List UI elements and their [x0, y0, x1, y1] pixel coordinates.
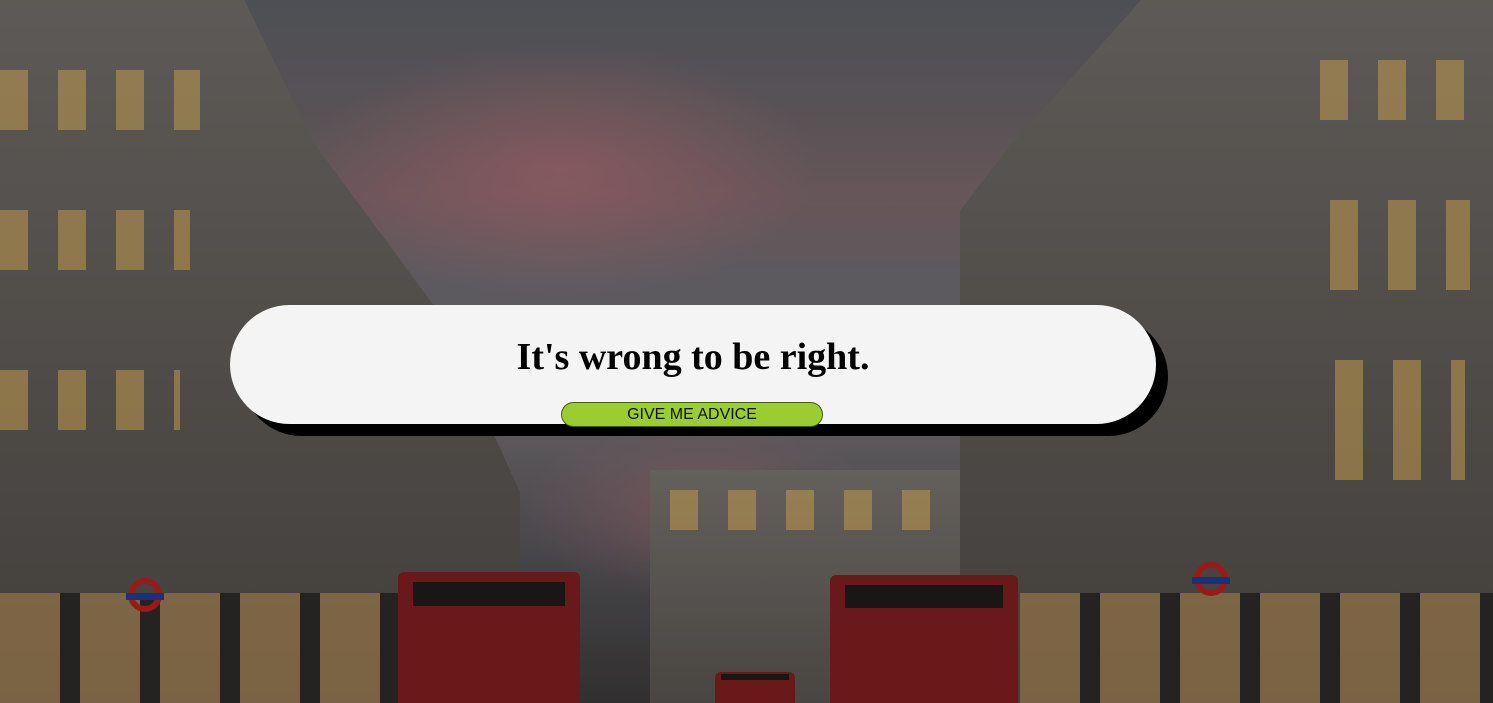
advice-text: It's wrong to be right.	[516, 336, 870, 378]
give-advice-button[interactable]: GIVE ME ADVICE	[561, 402, 823, 427]
